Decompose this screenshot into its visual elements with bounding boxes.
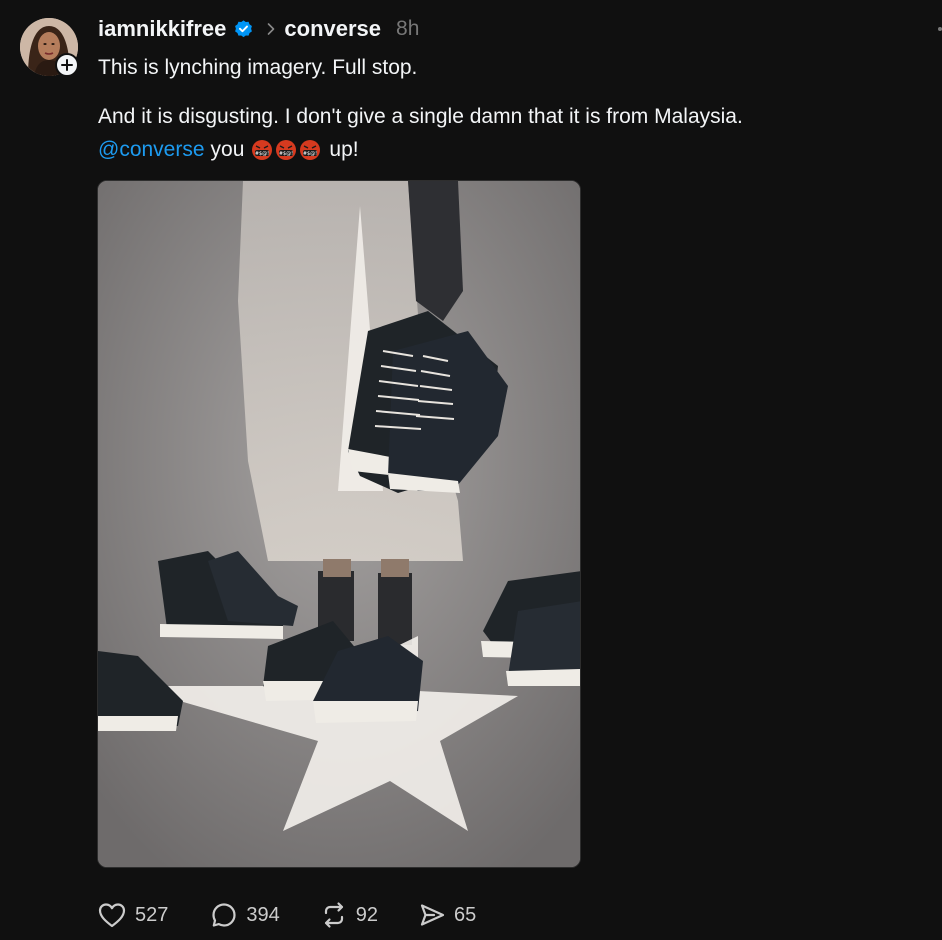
post-header: iamnikkifree converse 8h [98,14,419,44]
more-options-icon[interactable] [938,27,942,31]
mention-link[interactable]: @converse [98,138,205,162]
angry-symbols-emoji-icon: #$@! [276,140,297,160]
post-image[interactable] [97,180,581,868]
post-timestamp[interactable]: 8h [396,17,419,41]
angry-symbols-emoji-icon: #$@! [252,140,273,160]
share-button[interactable]: 65 [418,901,476,929]
photo-shoes-star-light [98,181,580,867]
repost-count: 92 [355,903,378,926]
repost-icon [324,902,343,928]
verified-badge-icon [233,19,254,40]
plus-icon [61,59,73,71]
username-link[interactable]: iamnikkifree [98,16,226,42]
repost-button[interactable]: 92 [320,901,378,929]
follow-plus-button[interactable] [55,53,79,77]
community-link[interactable]: converse [284,16,381,42]
reply-button[interactable]: 394 [210,901,280,929]
like-button[interactable]: 527 [97,901,168,929]
post-text-fragment: up! [329,138,359,161]
thread-post: iamnikkifree converse 8h This is lynchin… [0,0,942,940]
post-text-line-3: @converse you #$@! #$@! #$@! up! [98,138,359,162]
heart-icon [98,903,126,928]
angry-symbols-emoji-icon: #$@! [300,140,321,160]
svg-text:#$@!: #$@! [279,151,293,157]
like-count: 527 [135,903,169,926]
emoji-group: #$@! #$@! #$@! [251,139,323,161]
reply-count: 394 [246,903,280,926]
comment-icon [212,903,236,927]
svg-text:#$@!: #$@! [255,151,269,157]
post-text-fragment: you [210,138,245,161]
svg-text:#$@!: #$@! [303,151,317,157]
share-count: 65 [454,903,477,926]
post-text-line-1: This is lynching imagery. Full stop. [98,56,418,79]
action-bar: 527 394 92 65 [97,898,476,932]
post-text-line-2: And it is disgusting. I don't give a sin… [98,105,743,128]
chevron-right-icon [266,22,276,36]
send-icon [420,904,445,926]
